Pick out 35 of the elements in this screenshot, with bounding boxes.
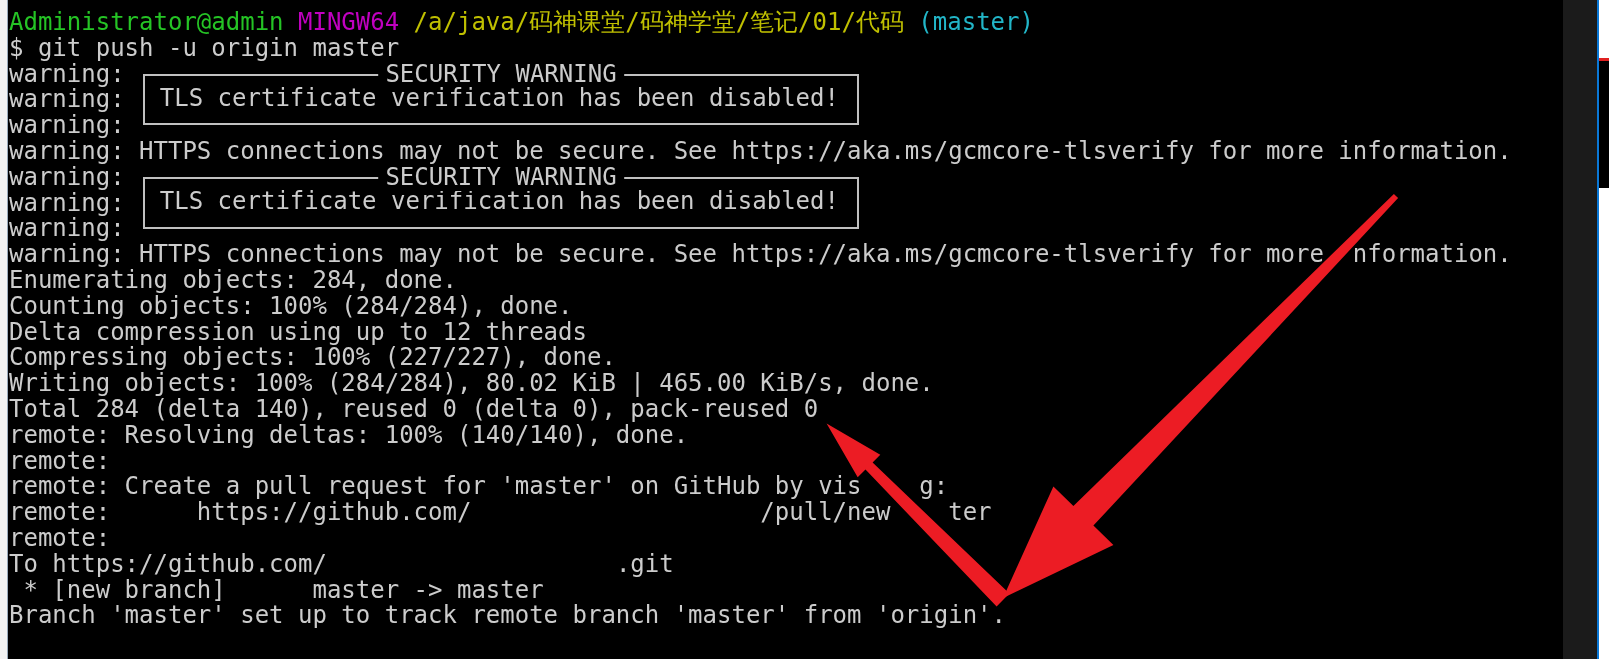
output-text: remote: https://github.com/ — [9, 498, 472, 527]
output-line: remote: Resolving deltas: 100% (140/140), done. — [9, 422, 689, 449]
output-line: warning: — [9, 87, 126, 114]
output-line: Writing objects: 100% (284/284), 80.02 KiB | 465.00 KiB/s, done. — [9, 371, 935, 397]
output-line: Enumerating objects: 284, done. — [9, 267, 458, 294]
output-text: remote: Create a pull request for 'master' on GitHub by vis — [9, 472, 862, 501]
prompt-system: MINGW64 — [298, 8, 400, 36]
warning-title: SECURITY WARNING — [378, 164, 624, 191]
output-line: $ git push -u origin master — [9, 35, 401, 62]
output-line: warning: — [9, 164, 126, 191]
warning-message: TLS certificate verification has been disabled! — [159, 85, 840, 112]
output-text: /pull/new — [760, 498, 891, 527]
output-line: remote: — [9, 448, 112, 475]
warning-message: TLS certificate verification has been disabled! — [159, 188, 840, 215]
output-line: warning: — [9, 216, 126, 243]
output-line: remote: — [9, 525, 112, 552]
prompt-user: Administrator@admin — [9, 8, 284, 36]
output-line: * [new branch] master -> master — [22, 577, 545, 604]
output-line: warning: — [9, 113, 126, 139]
output-line: warning: HTTPS connections may not be secure. See https://aka.ms/gcmcore-tlsverify for more information. — [9, 139, 1513, 165]
output-line: warning: — [9, 190, 126, 217]
output-text: nformation. — [1352, 240, 1512, 269]
output-line: warning: — [9, 61, 125, 88]
output-line: Delta compression using up to 12 threads — [9, 319, 588, 346]
output-text: To https://github.com/ — [9, 549, 327, 578]
output-line: Branch 'master' set up to track remote branch 'master' from 'origin'. — [9, 603, 1007, 630]
output-text: ter — [948, 498, 992, 527]
prompt-branch: (master) — [918, 8, 1034, 36]
output-line: Compressing objects: 100% (227/227), done. — [9, 345, 617, 372]
output-text: g: — [919, 472, 949, 501]
output-line: Counting objects: 100% (284/284), done. — [9, 293, 574, 320]
prompt-path: /a/java/码神课堂/码神学堂/笔记/01/代码 — [413, 8, 904, 36]
output-line: Total 284 (delta 140), reused 0 (delta 0), pack-reused 0 — [9, 396, 820, 423]
output-text: .git — [615, 549, 674, 578]
output-text: warning: HTTPS connections may not be secure. See https://aka.ms/gcmcore-tlsverify for more — [9, 240, 1324, 269]
